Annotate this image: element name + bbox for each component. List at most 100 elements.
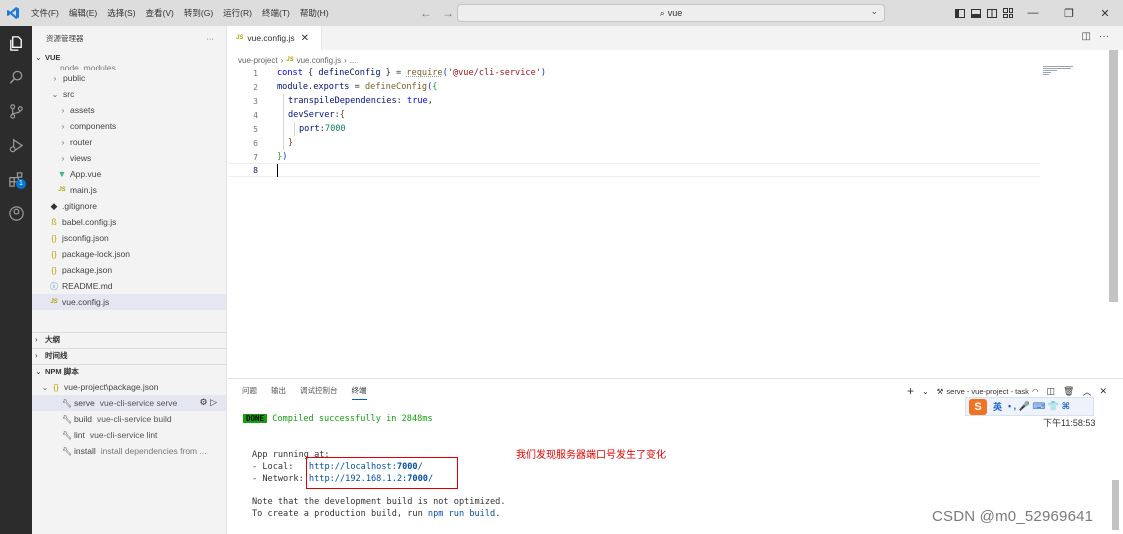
tree-item-public[interactable]: › public bbox=[32, 70, 226, 86]
menu-view[interactable]: 查看(V) bbox=[141, 0, 179, 26]
explorer-icon[interactable] bbox=[0, 26, 32, 60]
code-text: transpileDependencies: true, bbox=[288, 96, 433, 106]
local-label: - Local: bbox=[252, 462, 309, 472]
minimap[interactable] bbox=[1043, 66, 1093, 78]
tree-item-assets[interactable]: › assets bbox=[32, 102, 226, 118]
kill-terminal-icon[interactable]: 🗑︎ bbox=[1063, 386, 1074, 397]
tree-item-babel-config[interactable]: ß babel.config.js bbox=[32, 214, 226, 230]
ime-language[interactable]: 英 bbox=[993, 400, 1002, 413]
npm-script-install[interactable]: 🔧︎ install install dependencies from ... bbox=[32, 443, 226, 459]
menu-help[interactable]: 帮助(H) bbox=[295, 0, 334, 26]
restore-icon[interactable]: ❐ bbox=[1051, 0, 1087, 26]
sogou-logo-icon[interactable]: S bbox=[969, 398, 987, 415]
tree-item-jsconfig[interactable]: {} jsconfig.json bbox=[32, 230, 226, 246]
line-number: 5 bbox=[253, 124, 258, 134]
chevron-down-icon[interactable]: ⌄ bbox=[922, 387, 929, 396]
tree-item-app-vue[interactable]: ▼ App.vue bbox=[32, 166, 226, 182]
chevron-right-icon: › bbox=[61, 153, 65, 163]
workspace-root[interactable]: ⌄ VUE bbox=[32, 50, 226, 64]
menu-go[interactable]: 转到(G) bbox=[179, 0, 218, 26]
menu-file[interactable]: 文件(F) bbox=[26, 0, 64, 26]
breadcrumb-symbol[interactable]: ... bbox=[350, 56, 357, 65]
customize-layout-icon[interactable] bbox=[1003, 8, 1013, 18]
split-editor-icon[interactable]: ◫ bbox=[1082, 31, 1091, 42]
tree-item-package-lock[interactable]: {} package-lock.json bbox=[32, 246, 226, 262]
tree-item-main-js[interactable]: JS main.js bbox=[32, 182, 226, 198]
tree-item-label: babel.config.js bbox=[62, 217, 117, 227]
ime-tools[interactable]: • , 🎤 ⌨ 👕 ⌘ bbox=[1008, 401, 1070, 412]
extensions-icon[interactable]: 1 bbox=[0, 162, 32, 196]
more-actions-icon[interactable]: ··· bbox=[1099, 31, 1109, 42]
npm-script-command: vue-cli-service build bbox=[96, 414, 172, 424]
back-arrow-icon[interactable]: ← bbox=[420, 6, 432, 20]
line-number: 3 bbox=[253, 96, 258, 106]
tree-item-label: main.js bbox=[70, 185, 97, 195]
npm-script-serve[interactable]: 🔧︎ serve vue-cli-service serve ⚙ ▷ bbox=[32, 395, 226, 411]
accounts-icon[interactable] bbox=[0, 196, 32, 230]
npm-script-lint[interactable]: 🔧︎ lint vue-cli-service lint bbox=[32, 427, 226, 443]
npm-script-name: serve bbox=[74, 398, 95, 408]
tree-item-readme[interactable]: ⓘ README.md bbox=[32, 278, 226, 294]
tree-item-src[interactable]: ⌄ src bbox=[32, 86, 226, 102]
chevron-down-icon[interactable]: ⌄ bbox=[870, 6, 878, 17]
more-actions-icon[interactable]: ··· bbox=[207, 34, 215, 43]
tree-item-gitignore[interactable]: ◆ .gitignore bbox=[32, 198, 226, 214]
tree-item-vue-config[interactable]: JS vue.config.js bbox=[32, 294, 226, 310]
terminal-scrollbar[interactable] bbox=[1112, 480, 1119, 530]
code-token: 7000 bbox=[324, 124, 346, 134]
forward-arrow-icon[interactable]: → bbox=[442, 6, 454, 20]
done-badge: DONE bbox=[243, 414, 268, 423]
debug-script-icon[interactable]: ⚙ bbox=[199, 397, 207, 407]
panel-tabs: 问题 输出 调试控制台 终端 bbox=[242, 385, 367, 400]
json-file-icon: {} bbox=[53, 382, 59, 392]
npm-package-file[interactable]: ⌄ {} vue-project\package.json bbox=[32, 379, 226, 395]
code-line: 1 const { defineConfig } = require('@vue… bbox=[228, 66, 1108, 80]
toggle-panel-icon[interactable] bbox=[971, 8, 981, 18]
close-panel-icon[interactable]: ✕ bbox=[1099, 386, 1107, 397]
menu-terminal[interactable]: 终端(T) bbox=[257, 0, 295, 26]
command-center[interactable]: ⌕ vue ⌄ bbox=[457, 4, 885, 22]
tab-problems[interactable]: 问题 bbox=[242, 385, 257, 400]
editor-scrollbar[interactable] bbox=[1109, 50, 1118, 302]
toggle-sidebar-icon[interactable] bbox=[955, 8, 965, 18]
run-debug-icon[interactable] bbox=[0, 128, 32, 162]
outline-section[interactable]: › 大纲 bbox=[32, 332, 226, 346]
menu-edit[interactable]: 编辑(E) bbox=[64, 0, 102, 26]
timeline-section[interactable]: › 时间线 bbox=[32, 348, 226, 362]
split-terminal-icon[interactable]: ◫ bbox=[1046, 386, 1055, 397]
tab-terminal[interactable]: 终端 bbox=[351, 385, 367, 400]
babel-file-icon: ß bbox=[51, 217, 57, 227]
tab-output[interactable]: 输出 bbox=[271, 385, 286, 400]
tab-debug-console[interactable]: 调试控制台 bbox=[300, 385, 338, 400]
search-icon[interactable] bbox=[0, 60, 32, 94]
js-file-icon: JS bbox=[236, 35, 244, 41]
menu-run[interactable]: 运行(R) bbox=[218, 0, 257, 26]
terminal-selector[interactable]: ⚒ serve - vue-project - task ◠ bbox=[937, 387, 1039, 396]
maximize-panel-icon[interactable]: ︿ bbox=[1082, 385, 1091, 398]
wrench-icon: 🔧︎ bbox=[61, 414, 73, 424]
close-icon[interactable]: ✕ bbox=[1087, 0, 1123, 26]
toggle-secondary-sidebar-icon[interactable] bbox=[987, 8, 997, 18]
close-tab-icon[interactable]: ✕ bbox=[301, 33, 309, 44]
tree-item-label: src bbox=[63, 89, 75, 99]
breadcrumb-file[interactable]: vue.config.js bbox=[297, 56, 341, 65]
npm-script-build[interactable]: 🔧︎ build vue-cli-service build bbox=[32, 411, 226, 427]
tree-item-package-json[interactable]: {} package.json bbox=[32, 262, 226, 278]
source-control-icon[interactable] bbox=[0, 94, 32, 128]
npm-scripts-section[interactable]: ⌄ NPM 脚本 bbox=[32, 364, 226, 378]
new-terminal-icon[interactable]: + bbox=[907, 384, 914, 398]
menu-bar: 文件(F) 编辑(E) 选择(S) 查看(V) 转到(G) 运行(R) 终端(T… bbox=[26, 0, 334, 26]
minimize-icon[interactable]: — bbox=[1015, 0, 1051, 26]
npm-script-command: vue-cli-service serve bbox=[99, 398, 178, 408]
tree-item-views[interactable]: › views bbox=[32, 150, 226, 166]
menu-selection[interactable]: 选择(S) bbox=[102, 0, 140, 26]
run-script-icon[interactable]: ▷ bbox=[210, 397, 217, 407]
explorer-header: 资源管理器 ··· bbox=[32, 26, 226, 50]
code-editor[interactable]: 1 const { defineConfig } = require('@vue… bbox=[228, 66, 1108, 246]
tree-item-components[interactable]: › components bbox=[32, 118, 226, 134]
tab-vue-config[interactable]: JS vue.config.js ✕ bbox=[228, 26, 322, 50]
breadcrumb-folder[interactable]: vue-project bbox=[238, 56, 278, 65]
chevron-right-icon: › bbox=[61, 105, 65, 115]
build-command: npm run build bbox=[427, 509, 496, 519]
tree-item-router[interactable]: › router bbox=[32, 134, 226, 150]
